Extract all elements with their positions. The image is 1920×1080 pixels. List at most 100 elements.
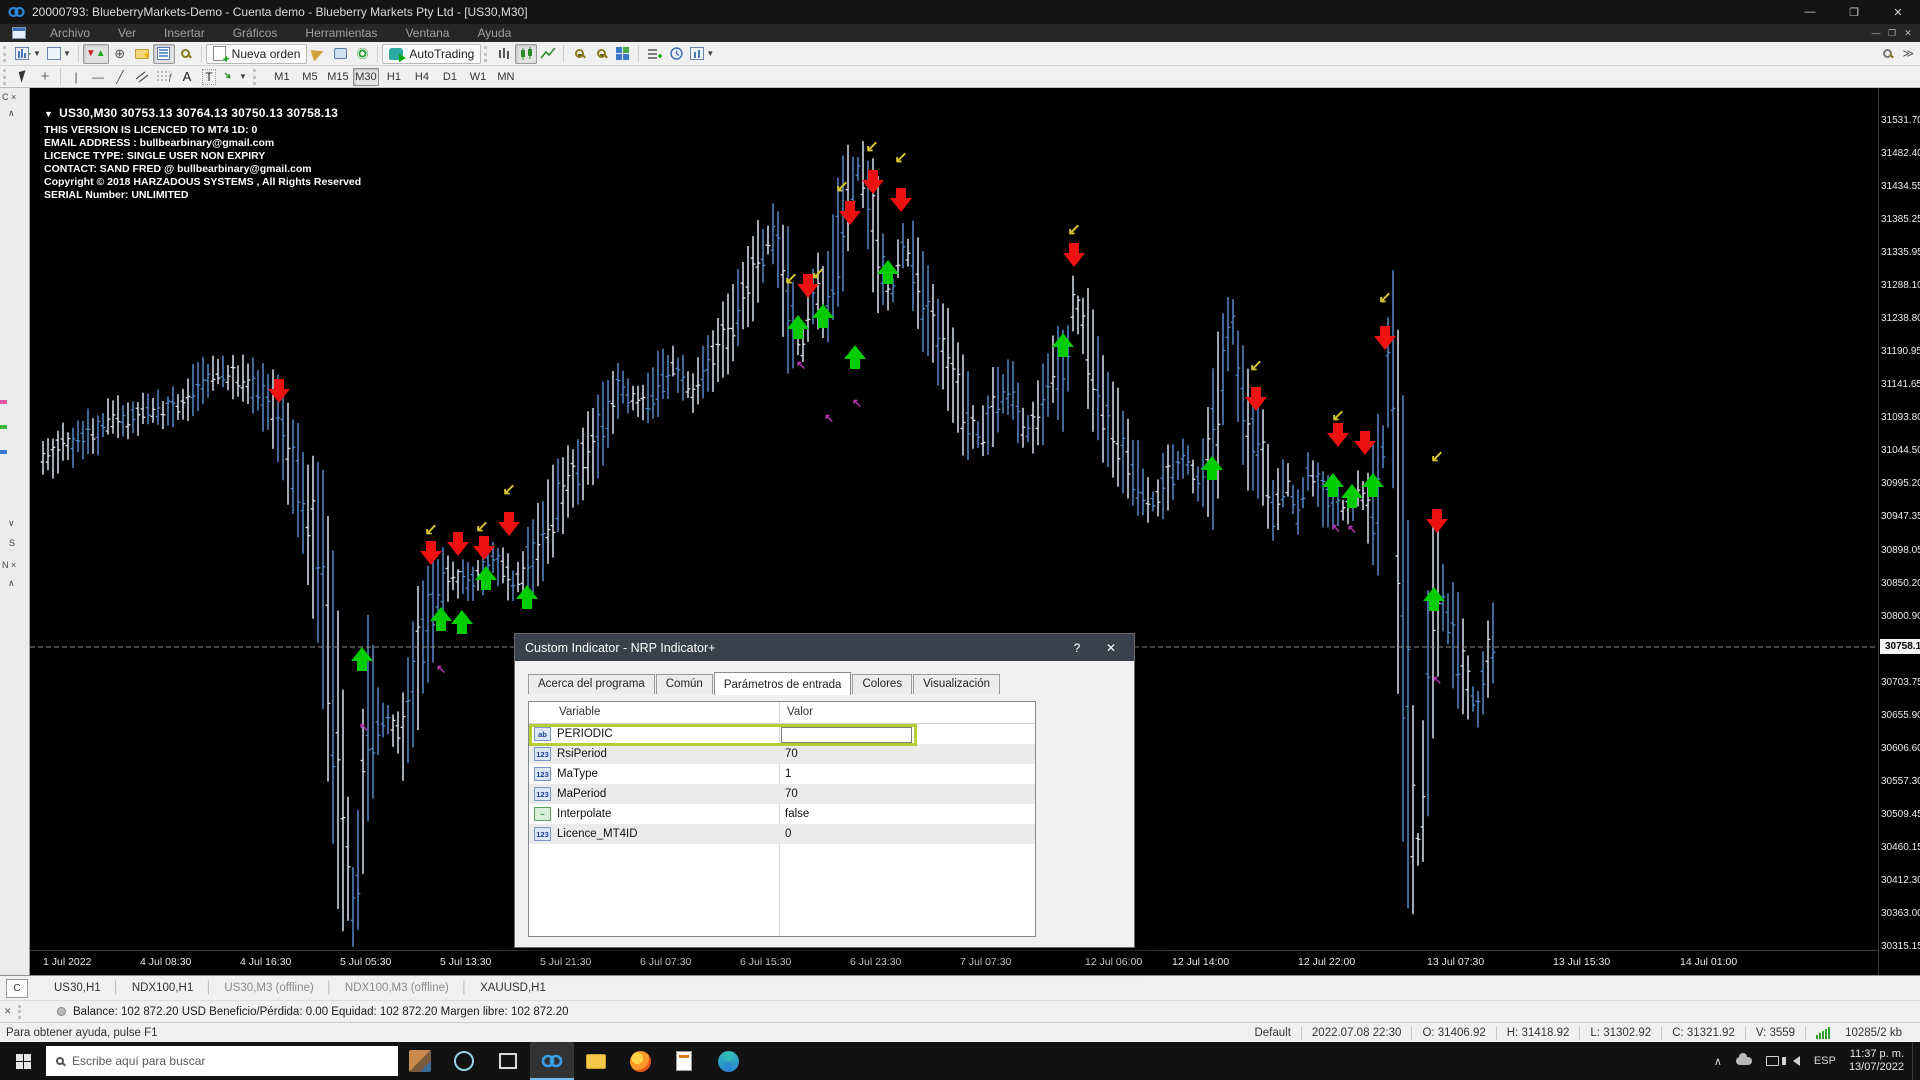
document-app-icon[interactable] <box>662 1042 706 1080</box>
taskbar-clock[interactable]: 11:37 p. m. 13/07/2022 <box>1849 1048 1904 1074</box>
close-terminal-icon[interactable]: ✕ <box>4 1006 14 1017</box>
time-axis[interactable]: 1 Jul 20224 Jul 08:304 Jul 16:305 Jul 05… <box>30 950 1878 975</box>
scroll-down-icon[interactable]: ∨ <box>8 518 15 529</box>
edge-icon[interactable] <box>706 1042 750 1080</box>
terminal-grip[interactable] <box>18 1005 23 1019</box>
chart-tab-us30-h1[interactable]: US30,H1 <box>42 982 113 994</box>
favorites-button[interactable]: ★ <box>131 44 153 64</box>
zoom-in-button[interactable] <box>568 44 590 64</box>
dialog-tab-acerca-del-programa[interactable]: Acerca del programa <box>528 674 655 694</box>
dialog-tab-visualizaci-n[interactable]: Visualización <box>913 674 1000 694</box>
parameter-row[interactable]: 123RsiPeriod70 <box>529 744 1035 764</box>
horizontal-line-tool[interactable]: — <box>87 67 109 87</box>
label-tool[interactable]: T <box>198 67 220 87</box>
expand-icon[interactable]: ▼ <box>44 109 53 119</box>
chart-tabs-corner[interactable]: C <box>6 979 28 998</box>
dialog-tab-par-metros-de-entrada[interactable]: Parámetros de entrada <box>714 672 852 695</box>
close-button[interactable]: ✕ <box>1876 0 1920 24</box>
trendline-tool[interactable]: ╱ <box>109 67 131 87</box>
file-explorer-icon[interactable] <box>574 1042 618 1080</box>
symbols-collapsed-tab[interactable]: S <box>9 538 15 548</box>
volume-icon[interactable] <box>1793 1056 1800 1066</box>
new-chart-button[interactable]: +▼ <box>12 44 44 64</box>
notification-center-button[interactable] <box>1912 1042 1920 1080</box>
network-icon[interactable] <box>1766 1056 1779 1066</box>
parameter-value-input[interactable] <box>781 727 912 743</box>
tick-chart-button[interactable]: ▼▲ <box>83 44 109 64</box>
taskbar-mt4-icon[interactable] <box>530 1042 574 1080</box>
timeframe-d1[interactable]: D1 <box>437 68 463 86</box>
chart-tab-xauusd-h1[interactable]: XAUUSD,H1 <box>468 982 558 994</box>
menu-gráficos[interactable]: Gráficos <box>219 26 292 40</box>
chart-tab-ndx100-h1[interactable]: NDX100,H1 <box>120 982 205 994</box>
timeframe-w1[interactable]: W1 <box>465 68 491 86</box>
menu-herramientas[interactable]: Herramientas <box>291 26 391 40</box>
crosshair-tool-button[interactable]: + <box>34 67 56 87</box>
onedrive-icon[interactable] <box>1736 1057 1752 1065</box>
market-watch-button[interactable] <box>153 44 175 64</box>
indicators-button[interactable] <box>643 44 665 64</box>
fibonacci-tool[interactable]: ƒ <box>153 67 176 87</box>
bar-chart-button[interactable] <box>493 44 515 64</box>
data-window-button[interactable] <box>175 44 197 64</box>
toolbar-grip[interactable] <box>3 46 8 62</box>
parameter-row[interactable]: 123MaPeriod70 <box>529 784 1035 804</box>
templates-button[interactable]: ▼ <box>687 44 717 64</box>
tray-expand-icon[interactable]: ∧ <box>1714 1055 1722 1068</box>
dialog-tab-colores[interactable]: Colores <box>852 674 912 694</box>
timeframe-mn[interactable]: MN <box>493 68 519 86</box>
cursor-tool-button[interactable] <box>12 67 34 87</box>
line-chart-button[interactable] <box>537 44 559 64</box>
chart-tab-ndx100-m3-offline-[interactable]: NDX100,M3 (offline) <box>333 982 461 994</box>
menu-insertar[interactable]: Insertar <box>150 26 219 40</box>
timeframe-m30[interactable]: M30 <box>353 68 379 86</box>
zoom-out-button[interactable] <box>590 44 612 64</box>
search-icon[interactable] <box>1883 49 1892 58</box>
timeframe-h4[interactable]: H4 <box>409 68 435 86</box>
scroll-up-icon[interactable]: ∧ <box>8 578 15 589</box>
minimize-button[interactable]: — <box>1788 0 1832 24</box>
start-button[interactable] <box>0 1042 46 1080</box>
parameter-value[interactable]: false <box>785 808 809 820</box>
parameter-row[interactable]: 123MaType1 <box>529 764 1035 784</box>
profiles-button[interactable]: ▼ <box>44 44 74 64</box>
overflow-chevrons-icon[interactable]: ≫ <box>1902 47 1914 60</box>
periods-button[interactable] <box>665 44 687 64</box>
parameter-value[interactable]: 70 <box>785 748 798 760</box>
candlestick-button[interactable] <box>515 44 537 64</box>
toolbar-overflow[interactable]: ≫ <box>1883 47 1914 60</box>
language-indicator[interactable]: ESP <box>1814 1055 1836 1067</box>
cortana-icon[interactable] <box>442 1042 486 1080</box>
terminal-button[interactable] <box>329 44 351 64</box>
parameter-row[interactable]: 123Licence_MT4ID0 <box>529 824 1035 844</box>
taskbar-search-input[interactable]: Escribe aquí para buscar <box>46 1046 398 1076</box>
signals-button[interactable] <box>351 44 373 64</box>
chart-tab-us30-m3-offline-[interactable]: US30,M3 (offline) <box>212 982 325 994</box>
timeframe-h1[interactable]: H1 <box>381 68 407 86</box>
mdi-close-button[interactable]: ✕ <box>1900 28 1916 39</box>
dialog-close-button[interactable]: ✕ <box>1094 641 1128 655</box>
timeframe-m1[interactable]: M1 <box>269 68 295 86</box>
channel-tool[interactable] <box>131 67 153 87</box>
parameter-value[interactable]: 70 <box>785 788 798 800</box>
widget-icon[interactable] <box>398 1042 442 1080</box>
menu-ayuda[interactable]: Ayuda <box>463 26 525 40</box>
text-tool[interactable]: A <box>176 67 198 87</box>
vertical-line-tool[interactable]: | <box>65 67 87 87</box>
navigator-collapsed-tab[interactable]: N × <box>2 560 16 570</box>
expert-advisors-icon[interactable] <box>307 44 329 64</box>
market-watch-collapsed-tab[interactable]: C × <box>2 92 16 102</box>
maximize-button[interactable]: ❐ <box>1832 0 1876 24</box>
dialog-help-button[interactable]: ? <box>1060 641 1094 655</box>
task-view-icon[interactable] <box>486 1042 530 1080</box>
price-axis[interactable]: 30758.13 31531.7031482.4031434.5531385.2… <box>1878 88 1920 975</box>
scroll-up-icon[interactable]: ∧ <box>8 108 15 119</box>
firefox-icon[interactable] <box>618 1042 662 1080</box>
tile-windows-button[interactable] <box>612 44 634 64</box>
dialog-titlebar[interactable]: Custom Indicator - NRP Indicator+ <box>515 634 1134 661</box>
new-order-button[interactable]: +Nueva orden <box>206 44 308 64</box>
parameter-row[interactable]: ~Interpolatefalse <box>529 804 1035 824</box>
mdi-restore-button[interactable]: ❐ <box>1884 28 1900 39</box>
mdi-minimize-button[interactable]: — <box>1868 28 1884 38</box>
dialog-tab-com-n[interactable]: Común <box>656 674 713 694</box>
